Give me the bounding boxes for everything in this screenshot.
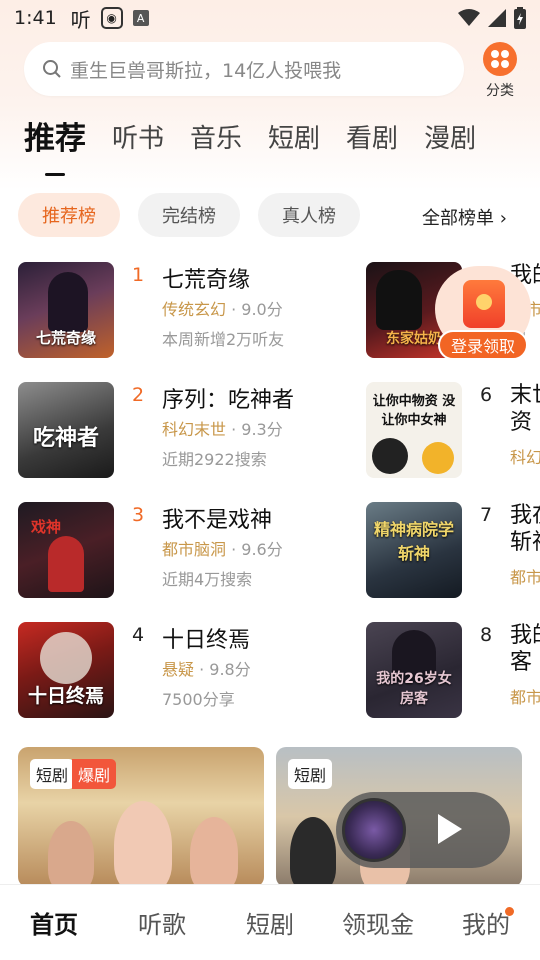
- rank-item[interactable]: 吃神者 2 序列：吃神者 科幻末世 · 9.3分 近期2922搜索: [18, 382, 348, 478]
- grid-icon: [483, 42, 517, 76]
- book-title: 我在 斩神: [510, 503, 540, 555]
- book-title: 十日终焉: [162, 628, 251, 653]
- nav-home[interactable]: 首页: [0, 885, 108, 960]
- rank-number: 1: [132, 264, 145, 286]
- drama-tags: 短剧: [288, 759, 333, 789]
- tab-audiobook[interactable]: 听书: [112, 118, 164, 168]
- signal-icon: [488, 9, 506, 27]
- rank-number: 6: [480, 384, 493, 406]
- notification-dot: [505, 907, 514, 916]
- book-title: 我不是戏神: [162, 508, 273, 533]
- search-icon: [43, 60, 61, 78]
- search-bar[interactable]: 重生巨兽哥斯拉，14亿人投喂我: [24, 42, 464, 96]
- book-stat: 本周新增2万听友: [162, 330, 285, 349]
- category-button[interactable]: 分类: [478, 42, 522, 100]
- tomato-app-icon: ◉: [100, 7, 123, 29]
- rank-item[interactable]: 戏神 3 我不是戏神 都市脑洞 · 9.6分 近期4万搜索: [18, 502, 348, 598]
- tag-short-drama: 短剧: [288, 759, 333, 789]
- book-meta: 都市: [510, 568, 540, 587]
- book-stat: 近期2922搜索: [162, 450, 267, 469]
- login-reward-label: 登录领取: [438, 330, 528, 360]
- tag-short-drama: 短剧: [30, 759, 75, 789]
- book-stat: 近期4万搜索: [162, 570, 253, 589]
- book-title: 末世 资: [510, 383, 540, 435]
- nav-earn-cash[interactable]: 领现金: [324, 885, 432, 960]
- book-title: 七荒奇缘: [162, 268, 251, 293]
- drama-figure: [114, 801, 172, 887]
- book-meta: 科幻: [510, 448, 540, 467]
- tab-music[interactable]: 音乐: [190, 118, 242, 168]
- rank-number: 8: [480, 624, 493, 646]
- category-label: 分类: [486, 83, 514, 99]
- chip-real-voice-rank[interactable]: 真人榜: [258, 193, 360, 237]
- drama-figure: [48, 821, 94, 887]
- book-cover: 吃神者: [18, 382, 114, 478]
- book-cover: 我的26岁女房客: [366, 622, 462, 718]
- login-reward-float[interactable]: 登录领取: [435, 266, 540, 362]
- tab-comic-drama[interactable]: 漫剧: [424, 118, 476, 168]
- bottom-nav: 首页 听歌 短剧 领现金 我的: [0, 884, 540, 960]
- tab-recommend[interactable]: 推荐: [24, 118, 86, 168]
- rank-item[interactable]: 精神病院学斩神 7 我在 斩神 都市: [366, 502, 540, 598]
- battery-icon: [514, 7, 526, 29]
- rank-number: 2: [132, 384, 145, 406]
- tab-short-drama[interactable]: 短剧: [268, 118, 320, 168]
- nav-mine[interactable]: 我的: [432, 885, 540, 960]
- book-stat: 7500分享: [162, 690, 235, 709]
- book-title: 我的 客: [510, 623, 540, 675]
- book-meta: 都市脑洞 · 9.6分: [162, 540, 283, 559]
- status-bar: 1:41 听 ◉ A: [0, 0, 540, 36]
- now-playing-disc: [342, 798, 406, 862]
- status-time: 1:41: [14, 7, 57, 29]
- rank-number: 3: [132, 504, 145, 526]
- rank-item[interactable]: 七荒奇缘 1 七荒奇缘 传统玄幻 · 9.0分 本周新增2万听友: [18, 262, 348, 358]
- drama-figure: [190, 817, 238, 887]
- nav-short-drama[interactable]: 短剧: [216, 885, 324, 960]
- rank-number: 7: [480, 504, 493, 526]
- book-meta: 传统玄幻 · 9.0分: [162, 300, 283, 319]
- top-tabs: 推荐 听书 音乐 短剧 看剧 漫剧: [24, 118, 476, 168]
- book-cover: 精神病院学斩神: [366, 502, 462, 598]
- mini-player[interactable]: [336, 792, 510, 868]
- nav-mine-label: 我的: [462, 911, 510, 939]
- book-meta: 科幻末世 · 9.3分: [162, 420, 283, 439]
- short-drama-card[interactable]: 短剧 爆剧: [18, 747, 264, 887]
- search-placeholder: 重生巨兽哥斯拉，14亿人投喂我: [70, 59, 342, 82]
- book-cover: 让你中物资 没让你中女神: [366, 382, 462, 478]
- drama-figure: [290, 817, 336, 887]
- rank-number: 4: [132, 624, 145, 646]
- rank-item[interactable]: 让你中物资 没让你中女神 6 末世 资 科幻: [366, 382, 540, 478]
- a-app-icon: A: [132, 10, 149, 26]
- book-meta: 悬疑 · 9.8分: [162, 660, 251, 679]
- play-icon[interactable]: [438, 814, 462, 844]
- book-cover: 十日终焉: [18, 622, 114, 718]
- chip-recommend-rank[interactable]: 推荐榜: [18, 193, 120, 237]
- chip-completed-rank[interactable]: 完结榜: [138, 193, 240, 237]
- ting-app-icon: 听: [70, 7, 91, 32]
- drama-tags: 短剧 爆剧: [30, 759, 117, 789]
- ranking-chips: 推荐榜 完结榜 真人榜: [18, 193, 360, 237]
- all-rankings-link[interactable]: 全部榜单 ›: [422, 204, 507, 230]
- book-meta: 都市: [510, 688, 540, 707]
- book-title: 序列：吃神者: [162, 388, 295, 413]
- tab-watch-drama[interactable]: 看剧: [346, 118, 398, 168]
- rank-item[interactable]: 我的26岁女房客 8 我的 客 都市: [366, 622, 540, 718]
- book-cover: 戏神: [18, 502, 114, 598]
- red-envelope-icon: [463, 280, 505, 328]
- nav-listen-songs[interactable]: 听歌: [108, 885, 216, 960]
- tag-hot-drama: 爆剧: [72, 759, 117, 789]
- book-cover: 七荒奇缘: [18, 262, 114, 358]
- rank-item[interactable]: 十日终焉 4 十日终焉 悬疑 · 9.8分 7500分享: [18, 622, 348, 718]
- wifi-icon: [458, 9, 480, 26]
